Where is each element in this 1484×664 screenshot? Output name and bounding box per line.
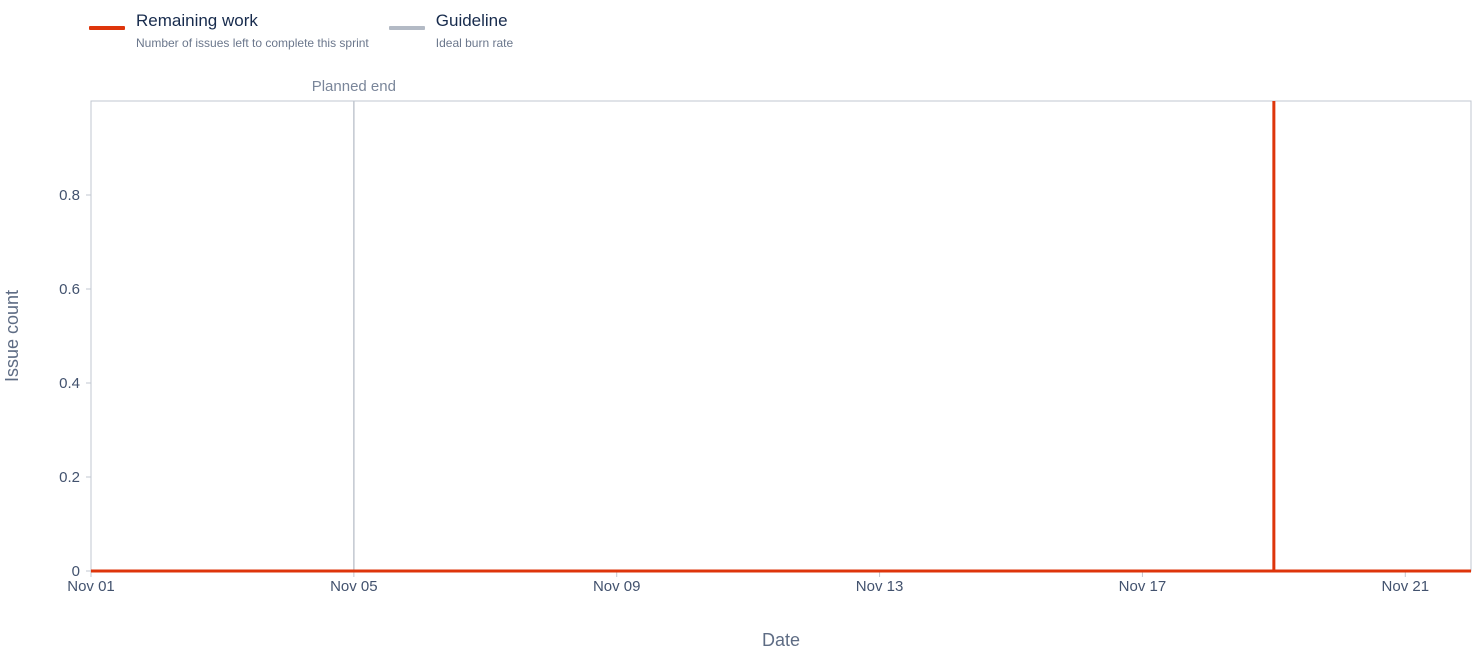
series	[91, 101, 1471, 573]
burndown-chart: 00.20.40.60.8 Nov 01 Nov 05 Nov 09 Nov 13 No…	[2, 78, 1472, 650]
x-tick-label: Nov 09	[593, 578, 641, 595]
y-tick-label: 0.2	[59, 469, 80, 486]
y-tick-label: 0.8	[59, 187, 80, 204]
y-tick-label: 0.6	[59, 281, 80, 298]
x-tick-label: Nov 01	[67, 578, 115, 595]
plot-border	[90, 100, 1472, 572]
x-tick-label: Nov 13	[856, 578, 904, 595]
x-axis: Nov 01 Nov 05 Nov 09 Nov 13 Nov 17 Nov 21	[67, 571, 1429, 595]
plot-area	[90, 100, 1472, 572]
x-tick-label: Nov 05	[330, 578, 378, 595]
planned-end-label: Planned end	[312, 78, 396, 95]
x-axis-label: Date	[762, 630, 800, 650]
markers: Planned end	[312, 78, 396, 571]
y-axis: 00.20.40.60.8	[59, 187, 91, 580]
y-tick-label: 0.4	[59, 375, 80, 392]
x-tick-label: Nov 21	[1382, 578, 1430, 595]
y-axis-label: Issue count	[2, 290, 22, 382]
x-tick-label: Nov 17	[1119, 578, 1167, 595]
remaining-work-line	[91, 101, 1471, 573]
